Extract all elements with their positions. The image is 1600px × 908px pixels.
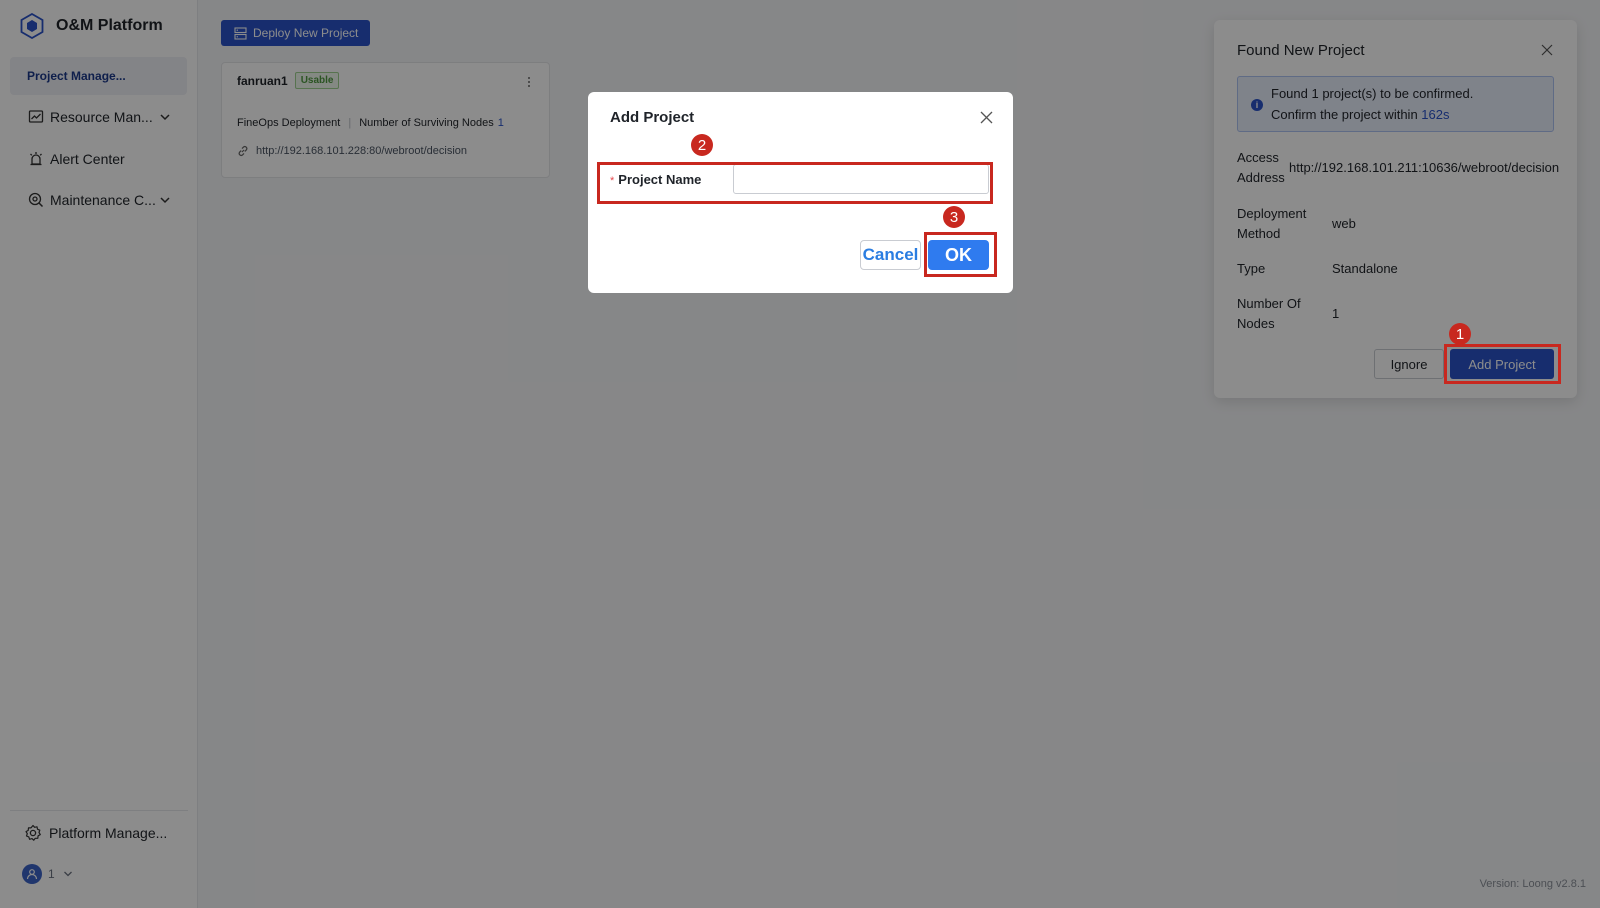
dialog-title: Add Project <box>610 109 695 126</box>
cancel-button[interactable]: Cancel <box>860 240 921 270</box>
step-marker-1: 1 <box>1449 323 1471 345</box>
highlight-add-project <box>1444 344 1561 384</box>
add-project-dialog: Add Project * Project Name Cancel OK 2 3 <box>588 92 1013 293</box>
close-icon[interactable] <box>980 111 993 124</box>
highlight-project-name <box>597 162 993 204</box>
step-marker-2: 2 <box>691 134 713 156</box>
highlight-ok <box>924 232 997 277</box>
step-marker-3: 3 <box>943 206 965 228</box>
